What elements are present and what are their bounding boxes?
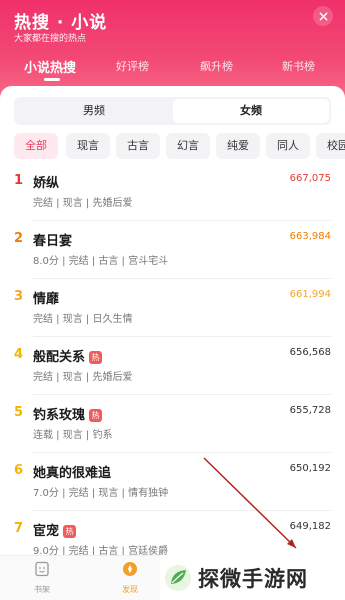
nav-bookshelf[interactable]: 书架 (22, 561, 62, 595)
book-meta: 连载 | 现言 | 钓系 (33, 430, 113, 441)
search-count: 655,728 (289, 405, 331, 416)
search-count: 649,182 (289, 521, 331, 532)
tab-female[interactable]: 女频 (173, 99, 329, 123)
discover-icon (123, 562, 137, 576)
book-title-line: 春日宴 (33, 230, 72, 249)
book-row[interactable]: 1 娇纵完结 | 现言 | 先婚后爱 667,075 (0, 170, 345, 228)
bottom-nav: 书架 发现 (0, 555, 160, 600)
book-title: 般配关系 (33, 350, 86, 365)
rank-number: 7 (14, 521, 24, 536)
nav-bookshelf-label: 书架 (34, 585, 50, 594)
nav-discover-label: 发现 (122, 585, 138, 594)
book-title-line: 宦宠热 (33, 520, 77, 539)
tab-rising[interactable]: 飙升榜 (200, 58, 233, 74)
close-icon (318, 11, 328, 21)
rank-number: 4 (14, 347, 24, 362)
watermark: 探微手游网 (160, 555, 345, 600)
rank-number: 1 (14, 173, 24, 188)
row-divider (33, 220, 331, 221)
rank-number: 5 (14, 405, 24, 420)
hot-badge: 热 (63, 525, 77, 538)
category-all[interactable]: 全部 (14, 133, 58, 159)
search-count: 667,075 (289, 173, 331, 184)
search-count: 650,192 (289, 463, 331, 474)
book-row[interactable]: 6 她真的很难追 7.0分 | 完结 | 现言 | 情有独钟 650,192 (0, 460, 345, 518)
book-title-line: 情靡 (33, 288, 59, 307)
book-title: 春日宴 (33, 234, 73, 249)
watermark-text: 探微手游网 (198, 566, 308, 591)
row-divider (33, 452, 331, 453)
category-fanfic[interactable]: 同人 (266, 133, 310, 159)
rank-number: 3 (14, 289, 24, 304)
row-divider (33, 510, 331, 511)
rank-number: 2 (14, 231, 24, 246)
book-title-line: 般配关系热 (33, 346, 103, 365)
book-title: 娇纵 (33, 176, 60, 191)
tab-good-reviews[interactable]: 好评榜 (116, 58, 149, 74)
category-modern[interactable]: 现言 (66, 133, 110, 159)
book-row[interactable]: 2 春日宴 8.0分 | 完结 | 古言 | 宫斗宅斗 663,984 (0, 228, 345, 286)
book-title: 情靡 (33, 292, 60, 307)
book-title: 钓系玫瑰 (33, 408, 86, 423)
book-meta: 8.0分 | 完结 | 古言 | 宫斗宅斗 (33, 256, 169, 267)
page-title: 热搜 · 小说 (14, 13, 108, 33)
category-ancient[interactable]: 古言 (116, 133, 160, 159)
row-divider (33, 278, 331, 279)
page-subtitle: 大家都在搜的热点 (14, 34, 87, 44)
book-title: 宦宠 (33, 524, 60, 539)
row-divider (33, 394, 331, 395)
ranking-tabs: 小说热搜 好评榜 飙升榜 新书榜 (0, 58, 345, 82)
leaf-logo-icon (165, 564, 191, 591)
book-title-line: 娇纵 (33, 172, 59, 191)
book-meta: 完结 | 现言 | 先婚后爱 (33, 198, 133, 209)
search-count: 663,984 (289, 231, 331, 242)
book-row[interactable]: 3 情靡完结 | 现言 | 日久生情 661,994 (0, 286, 345, 344)
book-title-line: 她真的很难追 (33, 462, 111, 481)
hot-badge: 热 (89, 351, 103, 364)
nav-discover[interactable]: 发现 (110, 561, 150, 595)
tab-male[interactable]: 男频 (16, 99, 172, 123)
hot-badge: 热 (89, 409, 103, 422)
content-panel: 男频 女频 全部 现言 古言 幻言 纯爱 同人 校园 1 娇纵完结 | 现言 | … (0, 86, 345, 600)
gender-switch: 男频 女频 (14, 97, 331, 125)
bookshelf-icon (35, 561, 49, 577)
tab-novel-hot[interactable]: 小说热搜 (24, 57, 76, 76)
close-button[interactable] (313, 6, 333, 26)
book-row[interactable]: 5 钓系玫瑰热连载 | 现言 | 钓系 655,728 (0, 402, 345, 460)
book-meta: 7.0分 | 完结 | 现言 | 情有独钟 (33, 488, 169, 499)
header: 热搜 · 小说 大家都在搜的热点 小说热搜 好评榜 飙升榜 新书榜 (0, 0, 345, 100)
category-filter: 全部 现言 古言 幻言 纯爱 同人 校园 (14, 133, 345, 159)
category-campus[interactable]: 校园 (316, 133, 345, 159)
category-pure-love[interactable]: 纯爱 (216, 133, 260, 159)
row-divider (33, 336, 331, 337)
book-meta: 完结 | 现言 | 日久生情 (33, 314, 133, 325)
tab-new-books[interactable]: 新书榜 (282, 58, 315, 74)
search-count: 656,568 (289, 347, 331, 358)
book-row[interactable]: 4 般配关系热完结 | 现言 | 先婚后爱 656,568 (0, 344, 345, 402)
category-fantasy[interactable]: 幻言 (166, 133, 210, 159)
search-count: 661,994 (289, 289, 331, 300)
active-tab-indicator (44, 78, 60, 81)
book-meta: 完结 | 现言 | 先婚后爱 (33, 372, 133, 383)
book-title: 她真的很难追 (33, 466, 112, 481)
rank-number: 6 (14, 463, 24, 478)
book-title-line: 钓系玫瑰热 (33, 404, 103, 423)
